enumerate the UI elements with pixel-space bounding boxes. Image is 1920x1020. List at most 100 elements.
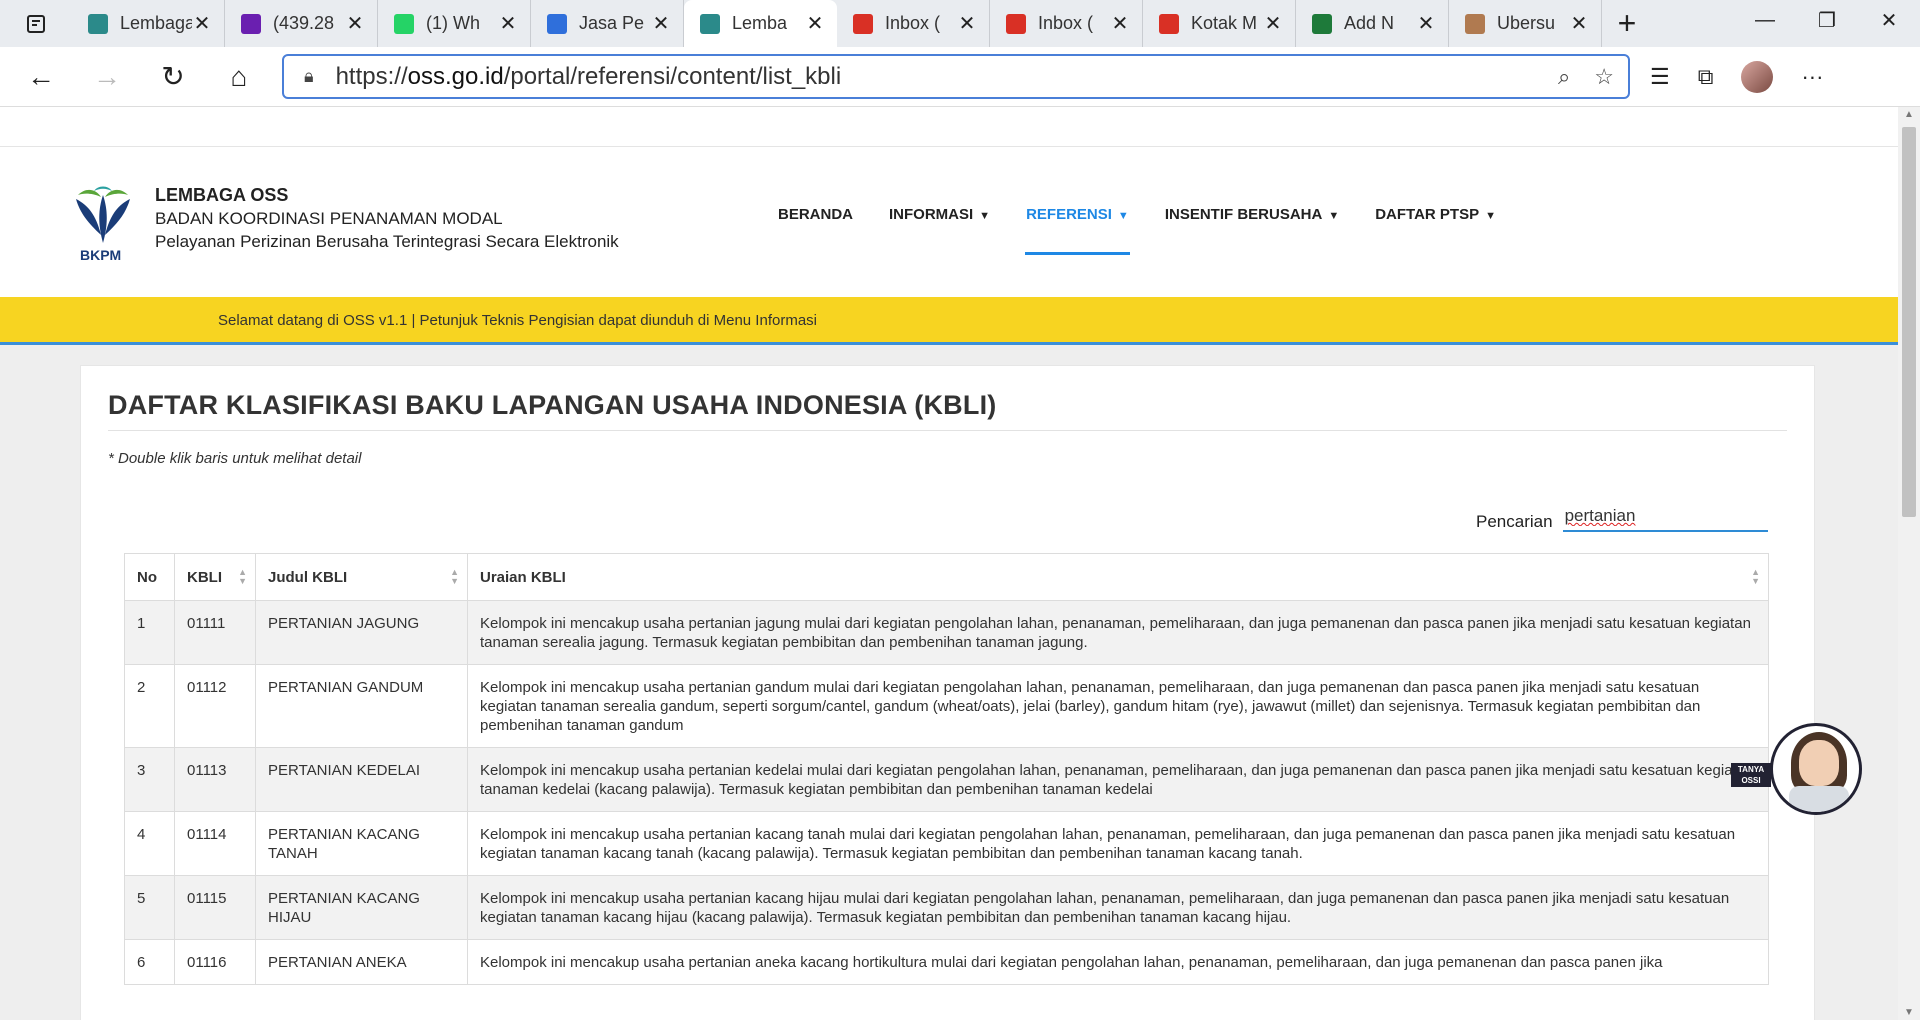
- refresh-button[interactable]: ↻: [140, 47, 206, 107]
- announcement-bar: Selamat datang di OSS v1.1 | Petunjuk Te…: [0, 297, 1898, 345]
- table-row[interactable]: 4 01114 PERTANIAN KACANG TANAH Kelompok ini…: [124, 811, 1769, 876]
- scroll-down-icon[interactable]: ▼: [1898, 1007, 1920, 1018]
- cell-kbli: 01114: [174, 811, 256, 876]
- close-tab-icon[interactable]: ✕: [498, 11, 518, 36]
- close-tab-icon[interactable]: ✕: [1263, 11, 1283, 36]
- browser-tab[interactable]: Kotak M ✕: [1143, 0, 1296, 47]
- column-header-kbli[interactable]: KBLI ▲ ▼: [174, 553, 256, 601]
- kbli-card: DAFTAR KLASIFIKASI BAKU LAPANGAN USAHA I…: [80, 365, 1815, 1020]
- cell-no: 3: [124, 747, 175, 812]
- favorites-icon[interactable]: ☰: [1650, 64, 1670, 90]
- search-input[interactable]: [1562, 502, 1768, 532]
- more-menu-icon[interactable]: ···: [1801, 64, 1823, 90]
- cell-kbli: 01113: [174, 747, 256, 812]
- new-tab-button[interactable]: +: [1602, 0, 1652, 47]
- browser-tab[interactable]: Inbox ( ✕: [990, 0, 1143, 47]
- browser-tab[interactable]: Jasa Pe ✕: [531, 0, 684, 47]
- back-button[interactable]: ←: [8, 47, 74, 107]
- lock-icon[interactable]: 🔒︎: [304, 66, 314, 87]
- tab-title: (1) Wh: [426, 13, 480, 33]
- table-row[interactable]: 2 01112 PERTANIAN GANDUM Kelompok ini menca…: [124, 664, 1769, 748]
- col-kbli-label: KBLI: [187, 568, 222, 586]
- forward-button[interactable]: →: [74, 47, 140, 107]
- nav-referensi[interactable]: REFERENSI ▼: [1008, 201, 1147, 255]
- column-header-no[interactable]: No: [124, 553, 175, 601]
- nav-beranda-label: BERANDA: [778, 206, 853, 223]
- cell-judul: PERTANIAN JAGUNG: [255, 600, 468, 665]
- collections-icon[interactable]: ⧉: [1698, 64, 1714, 90]
- bkpm-logo[interactable]: BKPM: [68, 185, 138, 265]
- browser-tab[interactable]: Lemba ✕: [684, 0, 837, 47]
- browser-tab-bar: Lembaga ✕ (439.28 ✕ (1) Wh ✕ Jasa Pe ✕ Lemba ✕ Inb…: [0, 0, 1920, 47]
- cell-kbli: 01116: [174, 939, 256, 985]
- add-favorite-icon[interactable]: ☆: [1594, 64, 1614, 90]
- tab-favicon-icon: [1159, 13, 1179, 34]
- cell-uraian: Kelompok ini mencakup usaha pertanian ga…: [467, 664, 1769, 748]
- tab-title: Lemba: [732, 13, 788, 33]
- cell-uraian: Kelompok ini mencakup usaha pertanian ka…: [467, 811, 1769, 876]
- scroll-up-icon[interactable]: ▲: [1898, 109, 1920, 120]
- page-title: DAFTAR KLASIFIKASI BAKU LAPANGAN USAHA I…: [108, 390, 997, 420]
- hint-text: * Double klik baris untuk melihat detail: [108, 450, 362, 467]
- url-bar[interactable]: 🔒︎ https://oss.go.id/portal/referensi/co…: [282, 54, 1630, 99]
- close-window-button[interactable]: ✕: [1858, 0, 1920, 40]
- home-icon[interactable]: ⌂: [206, 47, 272, 107]
- close-tab-icon[interactable]: ✕: [651, 11, 671, 36]
- nav-insentif-berusaha[interactable]: INSENTIF BERUSAHA ▼: [1147, 201, 1357, 251]
- browser-tab[interactable]: Ubersu ✕: [1449, 0, 1602, 47]
- pengumuman-button[interactable]: PENGUMUMAN: [1088, 109, 1232, 143]
- tab-favicon-icon: [88, 13, 108, 34]
- status-nib-button[interactable]: STATUS NIB: [1564, 109, 1692, 143]
- tab-title: (439.28: [273, 13, 335, 33]
- column-header-judul[interactable]: Judul KBLI ▲ ▼: [255, 553, 468, 601]
- tab-actions-icon[interactable]: [0, 0, 72, 47]
- browser-tab[interactable]: (439.28 ✕: [225, 0, 378, 47]
- browser-tab[interactable]: Inbox (✕: [837, 0, 990, 47]
- top-button-strip: PENGUMUMAN DAFTAR/MASUK MASUK DPMPTSP ST…: [0, 107, 1898, 147]
- table-row[interactable]: 5 01115 PERTANIAN KACANG HIJAU Kelompok ini…: [124, 875, 1769, 940]
- close-tab-icon[interactable]: ✕: [805, 11, 825, 36]
- kamus-oss-button[interactable]: KAMUS OSS: [1698, 109, 1826, 143]
- column-header-uraian[interactable]: Uraian KBLI ▲ ▼: [467, 553, 1769, 601]
- table-row[interactable]: 1 01111 PERTANIAN JAGUNG Kelompok ini menca…: [124, 600, 1769, 665]
- minimize-button[interactable]: —: [1734, 0, 1796, 40]
- close-tab-icon[interactable]: ✕: [1110, 11, 1130, 36]
- tab-title: Inbox (: [1038, 13, 1094, 33]
- browser-tab[interactable]: Lembaga ✕: [72, 0, 225, 47]
- cell-uraian: Kelompok ini mencakup usaha pertanian ka…: [467, 875, 1769, 940]
- cell-uraian: Kelompok ini mencakup usaha pertanian an…: [467, 939, 1769, 985]
- close-tab-icon[interactable]: ✕: [345, 11, 365, 36]
- restore-button[interactable]: ❐: [1796, 0, 1858, 40]
- sort-icon: ▲ ▼: [1751, 567, 1760, 586]
- daftar-masuk-button[interactable]: DAFTAR/MASUK: [1240, 109, 1390, 143]
- tab-title: Add N: [1344, 13, 1395, 33]
- nav-insentif-label: INSENTIF BERUSAHA: [1164, 206, 1323, 223]
- nav-informasi[interactable]: INFORMASI ▼: [871, 201, 1008, 251]
- brand-title: LEMBAGA OSS: [155, 185, 289, 205]
- chatbot-avatar[interactable]: [1770, 723, 1862, 815]
- table-row[interactable]: 6 01116 PERTANIAN ANEKA Kelompok ini mencak…: [124, 939, 1769, 985]
- close-tab-icon[interactable]: ✕: [1569, 11, 1589, 36]
- zoom-icon[interactable]: ⌕: [1558, 64, 1570, 90]
- url-path: /portal/referensi/content/list_kbli: [503, 62, 842, 90]
- profile-avatar[interactable]: [1741, 61, 1774, 93]
- close-tab-icon[interactable]: ✕: [957, 11, 977, 36]
- nav-beranda[interactable]: BERANDA: [760, 201, 871, 251]
- page-scrollbar[interactable]: ▲ ▼: [1898, 107, 1920, 1020]
- nav-informasi-label: INFORMASI: [889, 206, 974, 223]
- col-uraian-label: Uraian KBLI: [480, 568, 566, 586]
- main-nav: BERANDA INFORMASI ▼ REFERENSI ▼ INSENTIF B…: [760, 201, 1514, 255]
- close-tab-icon[interactable]: ✕: [192, 11, 212, 36]
- col-judul-label: Judul KBLI: [268, 568, 348, 586]
- close-tab-icon[interactable]: ✕: [1416, 11, 1436, 36]
- browser-tab[interactable]: (1) Wh ✕: [378, 0, 531, 47]
- nav-daftar-ptsp[interactable]: DAFTAR PTSP ▼: [1357, 201, 1514, 251]
- browser-tab[interactable]: Add N ✕: [1296, 0, 1449, 47]
- announcement-text: Selamat datang di OSS v1.1 | Petunjuk Te…: [218, 312, 817, 329]
- brand-subtitle: BADAN KOORDINASI PENANAMAN MODAL: [155, 209, 503, 228]
- table-row[interactable]: 3 01113 PERTANIAN KEDELAI Kelompok ini menc…: [124, 747, 1769, 812]
- scrollbar-thumb[interactable]: [1902, 127, 1916, 517]
- masuk-dpmptsp-button[interactable]: MASUK DPMPTSP: [1398, 109, 1556, 143]
- chatbot-badge[interactable]: TANYA OSSI: [1731, 763, 1771, 787]
- tab-favicon-icon: [394, 13, 414, 34]
